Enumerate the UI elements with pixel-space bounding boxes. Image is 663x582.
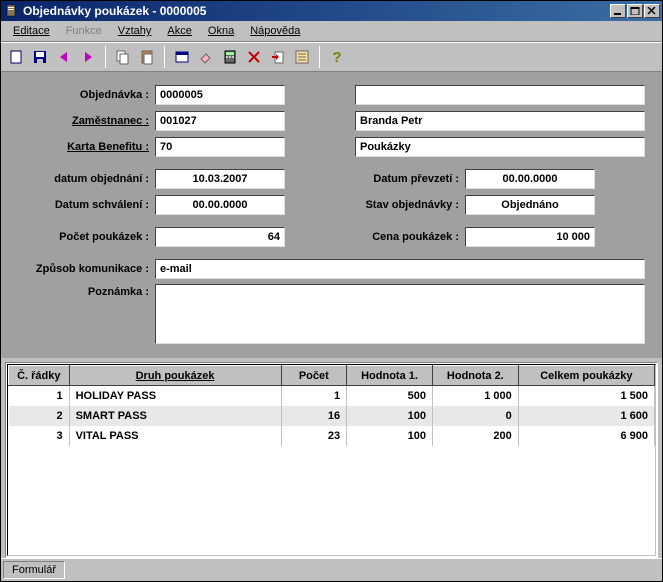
new-button[interactable]: [5, 46, 27, 68]
input-datum-schvaleni[interactable]: [155, 195, 285, 215]
menu-okna[interactable]: Okna: [200, 23, 242, 39]
label-datum-schvaleni: Datum schválení :: [15, 199, 155, 211]
input-zpusob-komunikace[interactable]: [155, 259, 645, 279]
col-c-radky[interactable]: Č. řádky: [9, 366, 70, 386]
statusbar: Formulář: [1, 558, 662, 581]
grid-area: Č. řádky Druh poukázek Počet Hodnota 1. …: [5, 362, 658, 558]
label-cena-poukazek: Cena poukázek :: [315, 231, 465, 243]
maximize-button[interactable]: [627, 4, 643, 18]
input-cena-poukazek[interactable]: [465, 227, 595, 247]
label-datum-objednani: datum objednání :: [15, 173, 155, 185]
menubar: Editace Funkce Vztahy Akce Okna Nápověda: [1, 21, 662, 42]
menu-napoveda[interactable]: Nápověda: [242, 23, 308, 39]
input-stav-objednavky[interactable]: [465, 195, 595, 215]
input-zamestnanec-name[interactable]: [355, 111, 645, 131]
label-pocet-poukazek: Počet poukázek :: [15, 231, 155, 243]
col-druh[interactable]: Druh poukázek: [69, 366, 281, 386]
input-objednavka[interactable]: [155, 85, 285, 105]
col-pocet[interactable]: Počet: [281, 366, 347, 386]
calc-button[interactable]: [219, 46, 241, 68]
form-area: Objednávka : Zaměstnanec : Karta Benefit…: [1, 72, 662, 358]
label-poznamka: Poznámka :: [15, 284, 155, 298]
col-hodnota1[interactable]: Hodnota 1.: [347, 366, 433, 386]
window: Objednávky poukázek - 0000005 Editace Fu…: [0, 0, 663, 582]
status-formular[interactable]: Formulář: [3, 561, 65, 579]
menu-akce[interactable]: Akce: [159, 23, 199, 39]
table-row[interactable]: 2 SMART PASS 16 100 0 1 600: [9, 406, 655, 426]
menu-editace[interactable]: Editace: [5, 23, 58, 39]
col-hodnota2[interactable]: Hodnota 2.: [432, 366, 518, 386]
label-stav-objednavky: Stav objednávky :: [315, 199, 465, 211]
input-pocet-poukazek[interactable]: [155, 227, 285, 247]
label-objednavka: Objednávka :: [15, 89, 155, 101]
help-button[interactable]: ?: [326, 46, 348, 68]
table-row[interactable]: 3 VITAL PASS 23 100 200 6 900: [9, 426, 655, 446]
form-button[interactable]: [171, 46, 193, 68]
import-button[interactable]: [267, 46, 289, 68]
label-zamestnanec[interactable]: Zaměstnanec :: [15, 115, 155, 127]
table-row[interactable]: 1 HOLIDAY PASS 1 500 1 000 1 500: [9, 386, 655, 406]
label-datum-prevzeti: Datum převzetí :: [315, 173, 465, 185]
input-karta-benefitu-name[interactable]: [355, 137, 645, 157]
toolbar: ?: [1, 42, 662, 72]
input-datum-objednani[interactable]: [155, 169, 285, 189]
label-karta-benefitu[interactable]: Karta Benefitu :: [15, 141, 155, 153]
input-poznamka[interactable]: [155, 284, 645, 344]
titlebar: Objednávky poukázek - 0000005: [1, 1, 662, 21]
grid-table[interactable]: Č. řádky Druh poukázek Počet Hodnota 1. …: [8, 365, 655, 446]
copy-button[interactable]: [112, 46, 134, 68]
paste-button[interactable]: [136, 46, 158, 68]
save-button[interactable]: [29, 46, 51, 68]
col-celkem[interactable]: Celkem poukázky: [518, 366, 654, 386]
menu-funkce: Funkce: [58, 23, 110, 39]
erase-button[interactable]: [195, 46, 217, 68]
prev-button[interactable]: [53, 46, 75, 68]
minimize-button[interactable]: [610, 4, 626, 18]
next-button[interactable]: [77, 46, 99, 68]
input-karta-benefitu[interactable]: [155, 137, 285, 157]
cancel-button[interactable]: [243, 46, 265, 68]
menu-vztahy[interactable]: Vztahy: [110, 23, 160, 39]
close-button[interactable]: [644, 4, 660, 18]
list-button[interactable]: [291, 46, 313, 68]
input-zamestnanec[interactable]: [155, 111, 285, 131]
input-datum-prevzeti[interactable]: [465, 169, 595, 189]
window-title: Objednávky poukázek - 0000005: [23, 4, 610, 18]
app-icon: [3, 3, 19, 19]
label-zpusob-komunikace: Způsob komunikace :: [15, 263, 155, 275]
input-objednavka-desc[interactable]: [355, 85, 645, 105]
